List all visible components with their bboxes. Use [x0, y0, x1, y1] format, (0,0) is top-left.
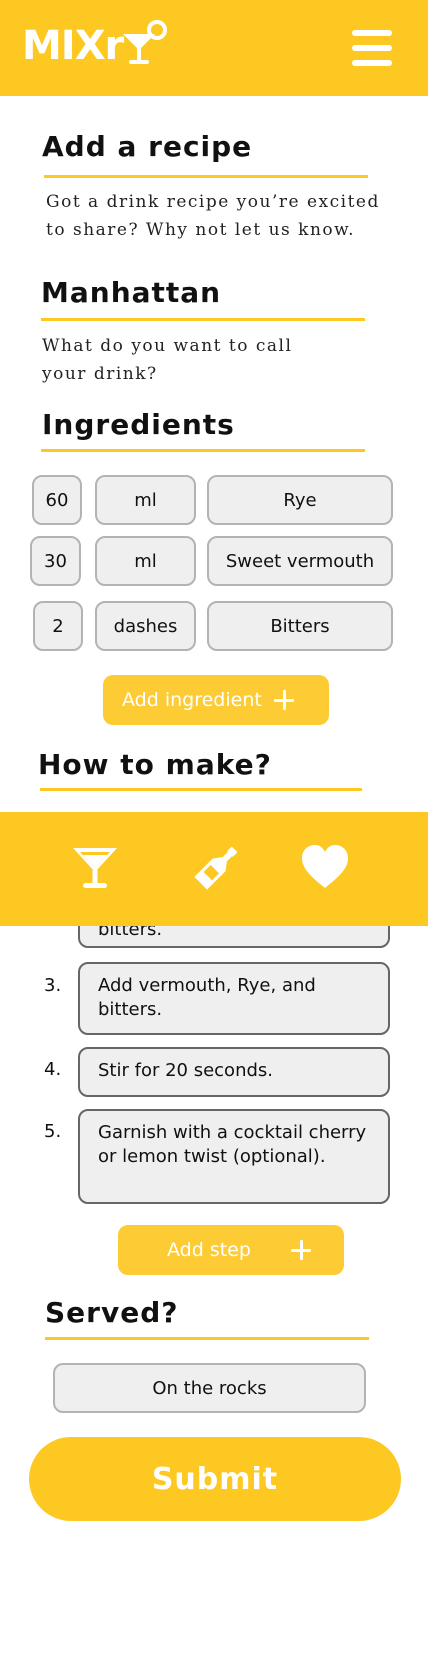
page-title: Add a recipe [42, 130, 253, 163]
step-number: 4. [44, 1059, 62, 1080]
step-input[interactable]: Stir for 20 seconds. [78, 1047, 390, 1097]
step-number: 5. [44, 1121, 62, 1142]
served-heading: Served? [45, 1296, 179, 1329]
plus-icon [290, 1240, 311, 1260]
hamburger-menu-icon[interactable] [352, 28, 394, 68]
step-input[interactable]: Add vermouth, Rye, and bitters. [78, 962, 390, 1035]
drink-name-underline [41, 318, 365, 321]
bottle-icon[interactable] [192, 842, 242, 892]
method-heading: How to make? [38, 748, 272, 781]
method-underline [40, 788, 362, 791]
logo-text: MIXr [22, 23, 124, 69]
cocktail-logo-icon [123, 20, 168, 64]
step-number: 3. [44, 975, 62, 996]
intro-description: Got a drink recipe you’re excited to sha… [46, 192, 380, 240]
ingredient-amount-input[interactable]: 2 [33, 601, 83, 651]
drink-name-hint: What do you want to call your drink? [42, 336, 293, 384]
add-step-button[interactable]: Add step [118, 1225, 344, 1275]
app-header: MIXr [0, 0, 428, 96]
ingredient-amount-input[interactable]: 60 [32, 475, 82, 525]
add-ingredient-button[interactable]: Add ingredient [103, 675, 329, 725]
add-step-label: Add step [167, 1239, 251, 1261]
ingredient-unit-select[interactable]: ml [95, 536, 196, 586]
ingredient-name-input[interactable]: Sweet vermouth [207, 536, 393, 586]
logo[interactable]: MIXr [22, 16, 171, 72]
submit-button[interactable]: Submit [29, 1437, 401, 1521]
heart-icon[interactable] [300, 844, 350, 890]
title-underline [44, 175, 368, 178]
ingredients-underline [41, 449, 365, 452]
ingredient-name-input[interactable]: Rye [207, 475, 393, 525]
ingredient-unit-select[interactable]: ml [95, 475, 196, 525]
add-ingredient-label: Add ingredient [122, 689, 262, 711]
ingredient-name-input[interactable]: Bitters [207, 601, 393, 651]
drink-name-field[interactable]: Manhattan [41, 276, 221, 309]
ingredients-heading: Ingredients [42, 408, 235, 441]
cocktail-glass-icon[interactable] [70, 842, 120, 892]
ingredient-amount-input[interactable]: 30 [30, 536, 81, 586]
served-select[interactable]: On the rocks [53, 1363, 366, 1413]
bottom-nav [0, 812, 428, 926]
plus-icon [273, 690, 294, 710]
ingredient-unit-select[interactable]: dashes [95, 601, 196, 651]
step-input[interactable]: Garnish with a cocktail cherry or lemon … [78, 1109, 390, 1204]
served-underline [45, 1337, 369, 1340]
